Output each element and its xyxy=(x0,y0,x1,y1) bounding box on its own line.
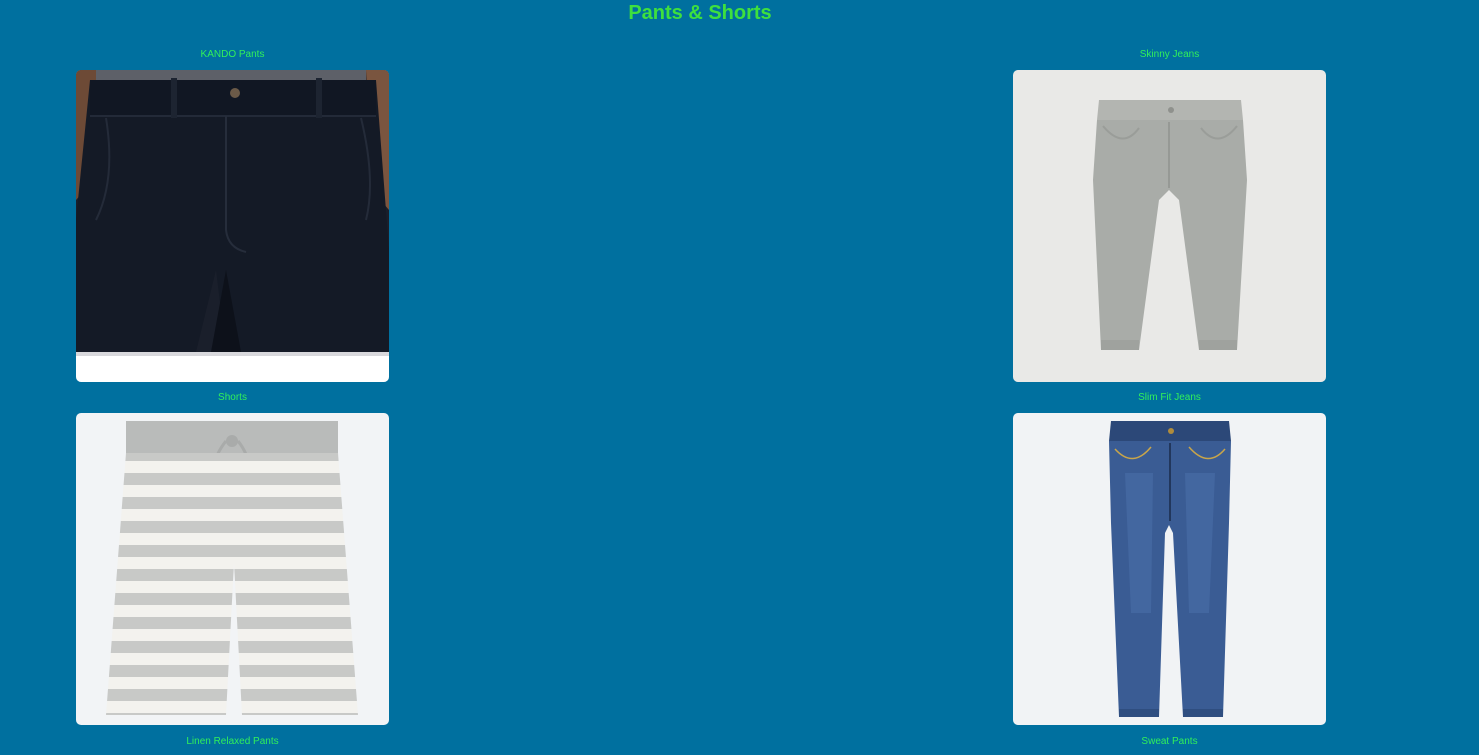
striped-shorts-image xyxy=(76,413,389,725)
grey-skinny-jeans-image xyxy=(1013,70,1326,382)
blue-slim-jeans-image xyxy=(1013,413,1326,725)
product-image-slim-fit-jeans[interactable] xyxy=(1013,413,1326,725)
product-label-slim-fit-jeans[interactable]: Slim Fit Jeans xyxy=(1013,392,1326,404)
product-image-shorts[interactable] xyxy=(76,413,389,725)
product-label-sweat-pants[interactable]: Sweat Pants xyxy=(1013,736,1326,748)
product-image-skinny-jeans[interactable] xyxy=(1013,70,1326,382)
product-image-kando-pants[interactable] xyxy=(76,70,389,382)
product-label-linen-relaxed-pants[interactable]: Linen Relaxed Pants xyxy=(76,736,389,748)
product-label-shorts[interactable]: Shorts xyxy=(76,392,389,404)
product-label-skinny-jeans[interactable]: Skinny Jeans xyxy=(1013,49,1326,61)
navy-trousers-image xyxy=(76,70,389,382)
page-title: Pants & Shorts xyxy=(628,2,772,24)
product-label-kando-pants[interactable]: KANDO Pants xyxy=(76,49,389,61)
page: Pants & Shorts KANDO Pants Skinny Jeans xyxy=(0,0,1479,755)
